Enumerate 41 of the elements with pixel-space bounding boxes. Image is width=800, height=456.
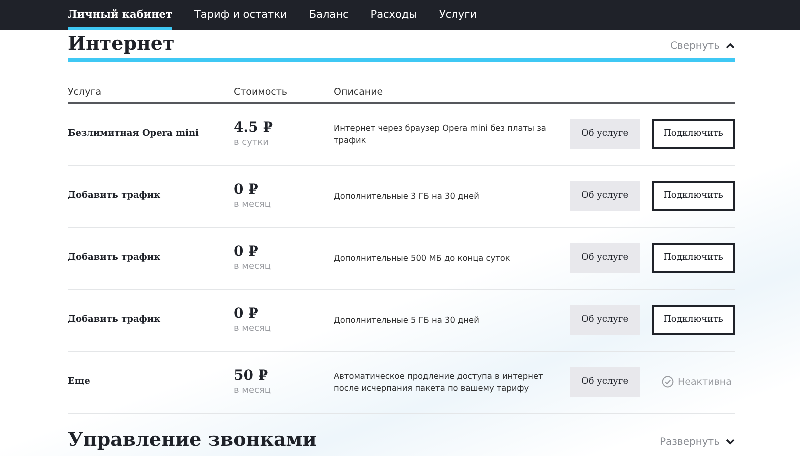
- service-description: Интернет через браузер Opera mini без платы за трафик: [334, 122, 548, 148]
- price: 0 ₽: [234, 306, 260, 322]
- nav-tab[interactable]: Тариф и остатки: [194, 0, 288, 30]
- price-period: в месяц: [234, 262, 272, 272]
- info-button[interactable]: Об услуге: [570, 119, 640, 150]
- service-name: Добавить трафик: [68, 191, 162, 202]
- nav-tab[interactable]: Услуги: [439, 0, 477, 30]
- connect-button[interactable]: Подключить: [652, 119, 735, 150]
- info-button[interactable]: Об услуге: [570, 181, 640, 212]
- price-period: в сутки: [234, 138, 270, 148]
- price-period: в месяц: [234, 324, 272, 334]
- service-description: Дополнительные 3 ГБ на 30 дней: [334, 190, 480, 203]
- info-button[interactable]: Об услуге: [570, 305, 640, 336]
- service-description: Дополнительные 500 МБ до конца суток: [334, 252, 512, 265]
- price-period: в месяц: [234, 200, 272, 210]
- column-header: Описание: [334, 86, 384, 98]
- price-period: в месяц: [234, 386, 272, 396]
- section-title: Интернет: [68, 34, 175, 56]
- connect-button[interactable]: Подключить: [652, 243, 735, 274]
- nav-tab[interactable]: Баланс: [309, 0, 349, 30]
- status-label: Неактивна: [678, 376, 732, 388]
- check-circle-icon: [662, 376, 674, 388]
- price: 50 ₽: [234, 368, 270, 384]
- column-header: Услуга: [68, 86, 103, 98]
- nav-tab[interactable]: Личный кабинет: [68, 0, 172, 30]
- service-name: Добавить трафик: [68, 315, 162, 326]
- nav-tab[interactable]: Расходы: [370, 0, 418, 30]
- service-name: Еще: [68, 377, 92, 388]
- info-button[interactable]: Об услуге: [570, 243, 640, 274]
- service-name: Добавить трафик: [68, 253, 162, 264]
- section-title: Управление звонками: [68, 430, 317, 452]
- connect-button[interactable]: Подключить: [652, 181, 735, 212]
- service-description: Дополнительные 5 ГБ на 30 дней: [334, 314, 480, 327]
- price: 4.5 ₽: [234, 120, 274, 136]
- info-button[interactable]: Об услуге: [570, 367, 640, 398]
- price: 0 ₽: [234, 182, 260, 198]
- connect-button[interactable]: Подключить: [652, 305, 735, 336]
- price: 0 ₽: [234, 244, 260, 260]
- service-description: Автоматическое продление доступа в интернет после исчерпания пакета по вашему тарифу: [334, 370, 544, 396]
- column-header: Стоимость: [234, 86, 288, 98]
- service-name: Безлимитная Opera mini: [68, 129, 200, 140]
